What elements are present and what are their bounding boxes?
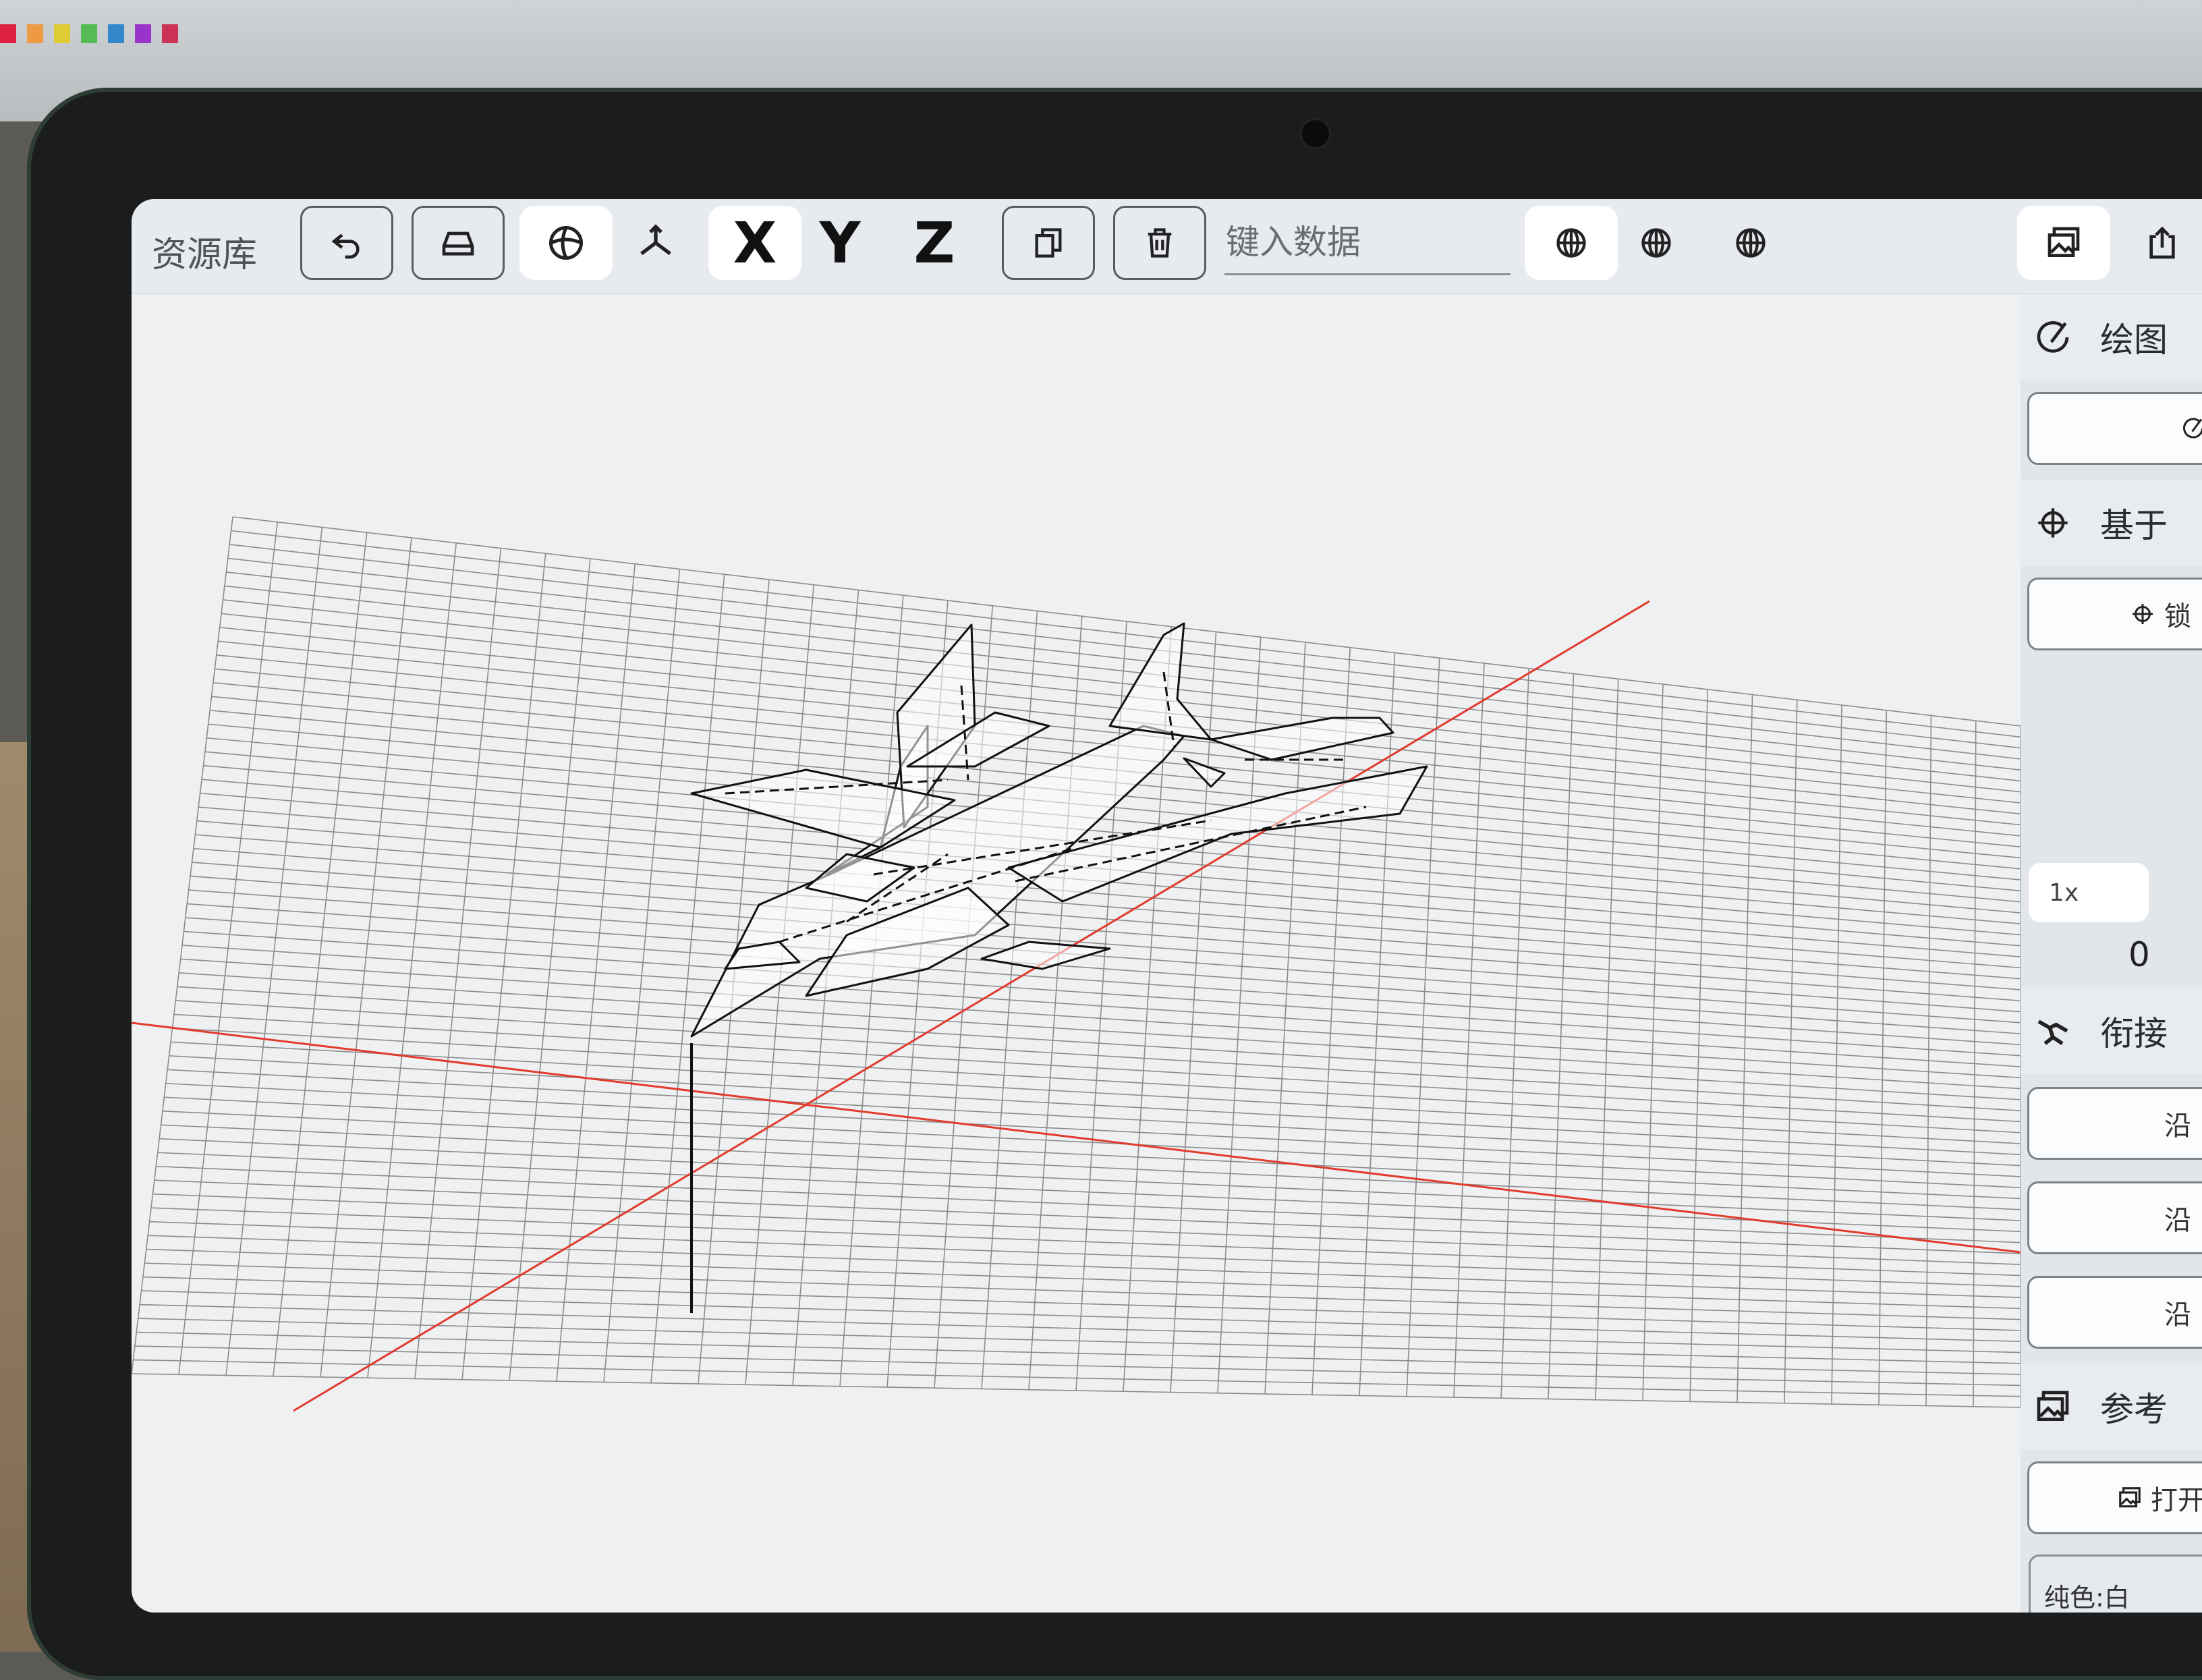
camera-icon <box>1302 120 1329 147</box>
color-swatch <box>108 24 124 43</box>
pencil-circle-icon <box>2181 415 2202 442</box>
globe-button-2[interactable] <box>1619 206 1693 280</box>
color-swatch <box>54 24 70 43</box>
image-icon <box>2033 1387 2073 1427</box>
open-label: 打开 <box>2151 1485 2202 1516</box>
grid-line <box>1311 647 1351 1395</box>
reference-section-header[interactable]: 参考 <box>2021 1364 2202 1450</box>
along-label-2: 沿 <box>2164 1205 2191 1236</box>
color-swatch <box>162 24 178 43</box>
color-swatch <box>0 24 16 43</box>
globe-icon <box>1556 228 1586 258</box>
along-label-1: 沿 <box>2164 1111 2191 1142</box>
grid-line <box>556 563 636 1382</box>
axes-icon <box>640 224 671 256</box>
based-on-label: 基于 <box>2100 506 2168 545</box>
reference-label: 参考 <box>2100 1390 2168 1429</box>
share-icon <box>2149 226 2175 259</box>
connect-section-header[interactable]: 衔接 <box>2021 988 2202 1074</box>
numeric-value: 0 <box>2128 935 2150 974</box>
grid-line <box>225 527 323 1376</box>
ground-grid <box>132 516 2021 1408</box>
grid-line <box>414 548 502 1379</box>
globe-icon <box>1641 228 1671 258</box>
image-icon <box>2048 227 2080 257</box>
zoom-selector[interactable]: 1x <box>2029 863 2149 922</box>
based-on-section-header[interactable]: 基于 <box>2021 480 2202 566</box>
copy-button[interactable] <box>1002 206 1095 280</box>
y-axis-button[interactable]: Y <box>803 206 877 280</box>
share-button[interactable] <box>2125 206 2199 280</box>
grid-line <box>1548 673 1575 1399</box>
grid-line <box>1500 668 1530 1399</box>
color-swatch <box>81 24 97 43</box>
copy-icon <box>1035 228 1062 258</box>
along-button-3[interactable]: 沿 <box>2027 1276 2202 1349</box>
lock-button[interactable]: 锁 <box>2027 578 2202 650</box>
undo-button[interactable] <box>300 206 393 280</box>
right-panel: 绘图 基于 锁 1x 0 衔接 沿 沿 沿 参考 打开 纯色:白 <box>2021 294 2202 1613</box>
grid-line <box>367 542 457 1378</box>
undo-icon <box>331 233 360 259</box>
sphere-icon <box>549 226 583 260</box>
along-label-3: 沿 <box>2164 1299 2191 1331</box>
grid-line <box>650 574 725 1383</box>
solid-color-select[interactable]: 纯色:白 <box>2029 1555 2202 1613</box>
globe-icon <box>1736 228 1766 258</box>
connect-label: 衔接 <box>2100 1014 2168 1053</box>
along-button-1[interactable]: 沿 <box>2027 1087 2202 1160</box>
data-input[interactable] <box>1224 211 1511 275</box>
grid-line <box>603 569 681 1382</box>
y-axis-label: Y <box>819 210 861 276</box>
grid-line <box>1170 632 1217 1393</box>
lock-label: 锁 <box>2164 601 2191 632</box>
grid-line <box>320 537 412 1378</box>
solid-color-label: 纯色:白 <box>2044 1583 2130 1613</box>
z-axis-label: Z <box>913 210 955 276</box>
along-button-2[interactable]: 沿 <box>2027 1181 2202 1254</box>
zoom-value: 1x <box>2049 878 2079 907</box>
viewport-canvas <box>132 516 2021 1412</box>
3d-viewport[interactable] <box>132 294 2021 1613</box>
z-axis-button[interactable]: Z <box>897 206 971 280</box>
sphere-button[interactable] <box>519 206 613 280</box>
grid-line <box>178 522 279 1375</box>
color-swatch <box>135 24 151 43</box>
grid-line <box>461 553 546 1380</box>
x-axis-label: X <box>733 210 777 276</box>
drive-icon <box>442 231 474 256</box>
grid-line <box>1453 663 1485 1398</box>
x-axis-button[interactable]: X <box>708 206 801 280</box>
app-screen: 资源库 X Y Z 键入数据 绘图 基于 锁 1x 0 衔接 沿 沿 沿 参考 … <box>132 199 2202 1613</box>
joint-icon <box>2033 1011 2073 1051</box>
drawing-mode-button[interactable] <box>2027 392 2202 465</box>
grid-line <box>273 532 368 1376</box>
pencil-circle-icon <box>2033 317 2073 358</box>
image-icon <box>2117 1484 2144 1511</box>
crosshair-icon <box>2033 503 2073 543</box>
globe-button-1[interactable] <box>1525 206 1618 280</box>
top-toolbar: 资源库 X Y Z <box>132 199 2202 294</box>
drive-button[interactable] <box>412 206 505 280</box>
library-button[interactable]: 资源库 <box>152 226 257 277</box>
aircraft-wireframe <box>690 622 1428 1038</box>
grid-line <box>839 595 904 1387</box>
drawing-section-header[interactable]: 绘图 <box>2021 294 2202 381</box>
image-button[interactable] <box>2017 206 2110 280</box>
crosshair-icon <box>2130 600 2157 627</box>
open-reference-button[interactable]: 打开 <box>2027 1461 2202 1534</box>
grid-line <box>132 516 233 1374</box>
delete-button[interactable] <box>1113 206 1206 280</box>
globe-button-3[interactable] <box>1714 206 1788 280</box>
color-swatch <box>27 24 43 43</box>
axes-button[interactable] <box>619 206 693 280</box>
drawing-label: 绘图 <box>2100 320 2168 360</box>
trash-icon <box>1148 228 1172 258</box>
